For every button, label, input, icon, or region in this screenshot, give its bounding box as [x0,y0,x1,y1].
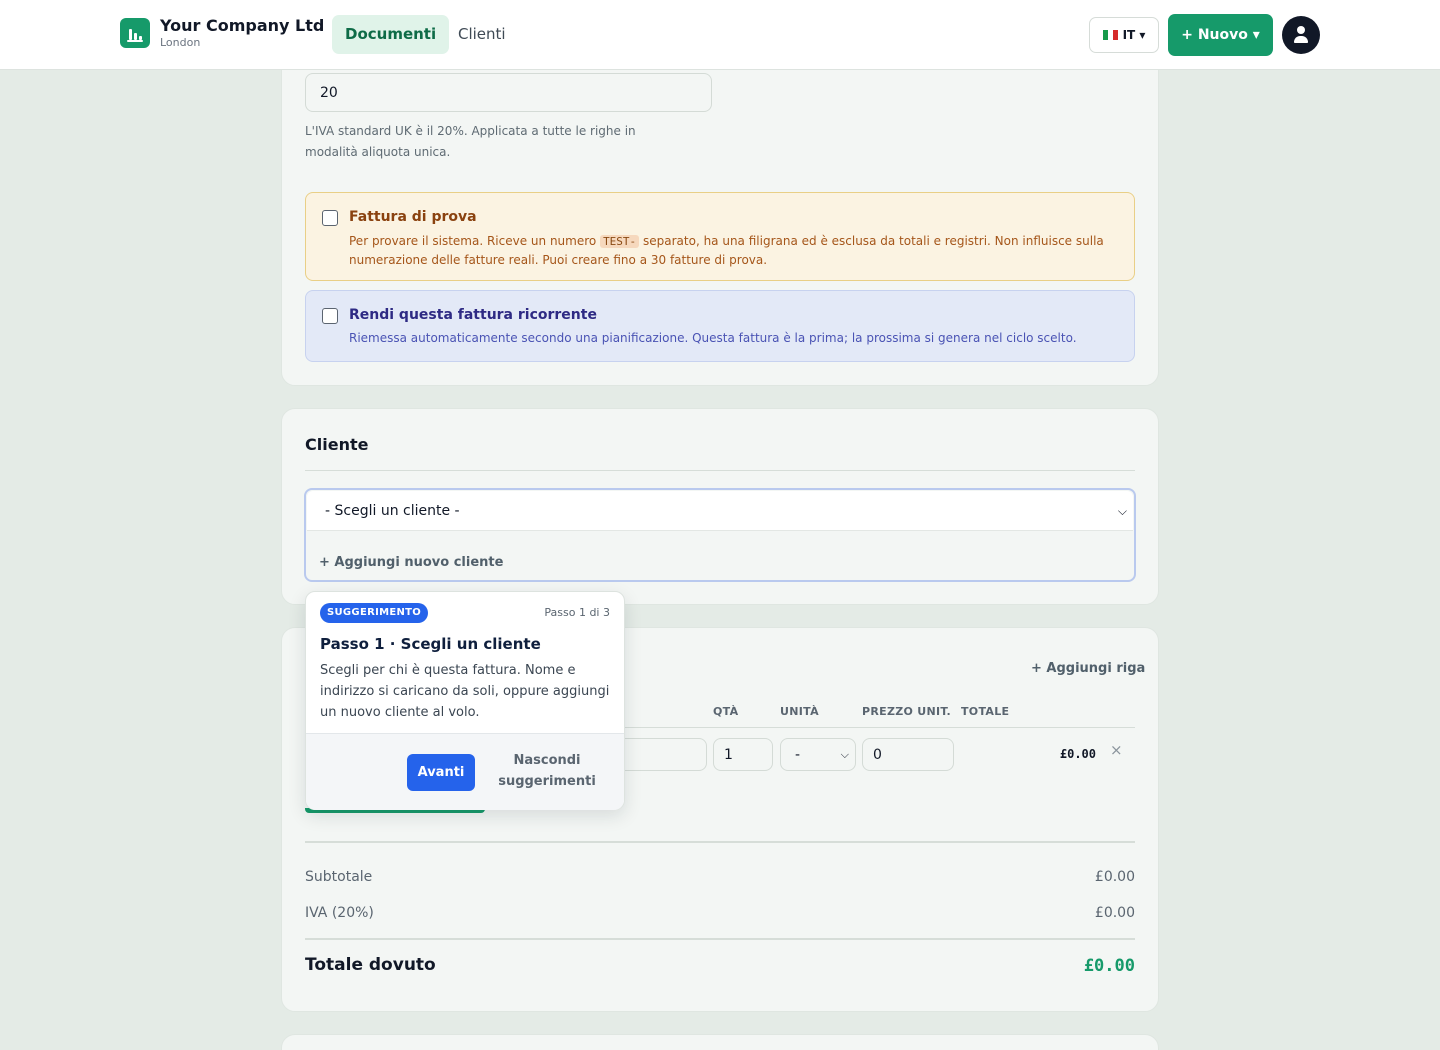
user-avatar-icon[interactable] [1282,16,1320,54]
hide-tips-button[interactable]: Nascondi suggerimenti [492,750,602,792]
tip-next-button[interactable]: Avanti [407,754,475,791]
add-new-client-link[interactable]: + Aggiungi nuovo cliente [319,555,503,570]
chevron-down-icon: ⌵ [840,748,849,761]
col-unit-price: PREZZO UNIT. [862,705,952,718]
brand[interactable]: Your Company Ltd London [120,16,324,50]
client-divider [305,470,1135,471]
trial-invoice-notice: Fattura di prova Per provare il sistema.… [305,192,1135,281]
col-unit: UNITÀ [780,705,819,718]
line-qty-input[interactable]: 1 [713,738,773,771]
tip-title: Passo 1 · Scegli un cliente [320,635,541,653]
company-city: London [160,36,201,49]
col-total: TOTALE [961,705,1010,718]
vat-rate-input[interactable]: 20 [305,73,712,112]
client-section-title: Cliente [305,435,369,454]
client-select[interactable]: - Scegli un cliente - ⌵ [307,491,1133,531]
recurring-invoice-text: Riemessa automaticamente secondo una pia… [349,331,1077,345]
new-button[interactable]: + Nuovo ▾ [1168,14,1273,56]
recurring-invoice-notice: Rendi questa fattura ricorrente Riemessa… [305,290,1135,362]
total-due-value: £0.00 [1083,956,1135,976]
onboarding-tip: SUGGERIMENTO Passo 1 di 3 Passo 1 · Sceg… [305,591,625,810]
col-qty: QTÀ [713,705,739,718]
subtotal-value: £0.00 [1094,869,1135,885]
vat-label: IVA (20%) [305,905,374,921]
grand-total-divider [305,938,1135,940]
line-unit-select[interactable]: - ⌵ [780,738,856,771]
top-bar: Your Company Ltd London Documenti Client… [0,0,1440,70]
chart-logo-icon [120,18,150,48]
remove-line-icon[interactable]: × [1110,741,1123,759]
italy-flag-icon [1102,30,1118,40]
trial-invoice-text: Per provare il sistema. Riceve un numero… [349,234,1104,267]
language-label: IT ▾ [1122,28,1146,42]
company-name: Your Company Ltd [160,16,325,35]
add-row-link[interactable]: + Aggiungi riga [1031,661,1145,676]
total-due-label: Totale dovuto [305,955,436,975]
notes-card [281,1034,1159,1050]
trial-invoice-checkbox[interactable] [322,210,338,226]
line-price-input[interactable]: 0 [862,738,954,771]
tip-footer: Avanti Nascondi suggerimenti [306,733,624,810]
recurring-invoice-checkbox[interactable] [322,308,338,324]
line-total: £0.00 [1059,747,1096,761]
client-select-wrapper: - Scegli un cliente - ⌵ + Aggiungi nuovo… [304,488,1136,582]
subtotal-label: Subtotale [305,869,373,885]
vat-helper-text: L'IVA standard UK è il 20%. Applicata a … [305,124,636,159]
totals-divider [305,841,1135,843]
recurring-invoice-title: Rendi questa fattura ricorrente [349,307,597,323]
client-select-value: - Scegli un cliente - [325,502,460,519]
chevron-down-icon: ⌵ [1117,504,1127,518]
line-unit-value: - [795,746,801,763]
trial-invoice-title: Fattura di prova [349,209,477,225]
tab-documenti[interactable]: Documenti [332,15,450,54]
vat-value: £0.00 [1094,905,1135,921]
language-selector[interactable]: IT ▾ [1089,17,1159,53]
tip-step-counter: Passo 1 di 3 [544,606,610,619]
tab-clienti[interactable]: Clienti [445,15,519,54]
test-prefix-tag: TEST- [600,235,640,248]
tip-badge: SUGGERIMENTO [320,603,429,623]
tip-body: Scegli per chi è questa fattura. Nome e … [320,663,610,720]
